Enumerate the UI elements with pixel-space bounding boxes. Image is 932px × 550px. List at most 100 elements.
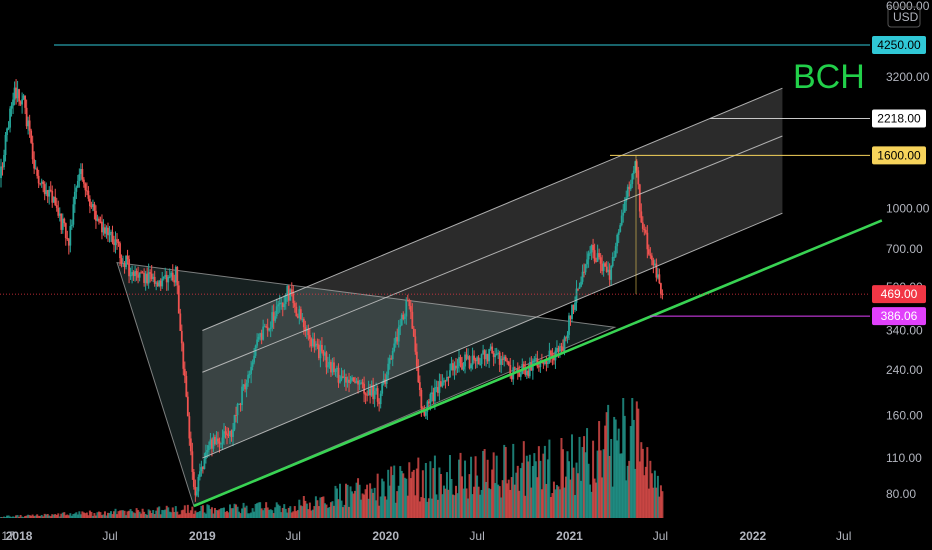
candle	[31, 142, 34, 160]
candle	[251, 362, 254, 367]
candle	[135, 270, 138, 275]
candle	[434, 387, 436, 402]
candle	[406, 300, 409, 302]
candle	[117, 241, 120, 244]
candle	[584, 264, 587, 273]
candle	[592, 244, 594, 251]
candle	[226, 433, 228, 435]
candle	[420, 389, 423, 409]
candle	[149, 272, 152, 274]
candle	[241, 386, 243, 406]
candle	[6, 128, 8, 136]
candle	[197, 476, 200, 492]
candle	[613, 256, 616, 258]
time-tick-label: Jul	[836, 529, 851, 543]
candle	[519, 373, 522, 377]
candle	[268, 328, 271, 331]
candle	[171, 272, 174, 281]
candle	[373, 391, 376, 400]
candle	[177, 285, 180, 314]
candle	[327, 364, 329, 368]
candle	[614, 246, 617, 257]
candle	[236, 403, 239, 416]
candle	[69, 226, 72, 246]
candle	[98, 218, 100, 222]
candle	[363, 383, 365, 394]
candle	[631, 173, 634, 185]
price-tag-label: 1600.00	[877, 148, 921, 162]
candle	[224, 431, 227, 434]
candle	[37, 175, 40, 184]
price-tick-label: 1000.00	[886, 202, 930, 216]
candle	[183, 368, 186, 377]
candle	[76, 180, 79, 188]
candle	[28, 120, 31, 131]
candle	[206, 450, 209, 453]
candle	[604, 263, 607, 267]
candle	[412, 328, 415, 337]
candle	[49, 189, 52, 191]
candle	[3, 155, 5, 167]
currency-label: USD	[893, 10, 919, 24]
candle	[513, 367, 516, 369]
price-tag-label: 4250.00	[877, 38, 921, 52]
candle	[221, 437, 224, 444]
time-tick-label: Jul	[102, 529, 117, 543]
bch-chart[interactable]: 6000.003200.001000.00700.00500.00340.002…	[0, 0, 932, 550]
candle	[640, 211, 643, 223]
candle	[629, 184, 632, 190]
candle	[217, 438, 219, 442]
candle	[358, 383, 361, 385]
candle	[269, 327, 272, 329]
candle	[116, 239, 118, 242]
candle	[623, 201, 626, 213]
price-tag-label: 386.06	[881, 309, 918, 323]
candle	[308, 335, 311, 339]
candle	[641, 222, 644, 229]
candle	[408, 301, 411, 307]
candle	[509, 365, 512, 375]
candle	[580, 281, 582, 287]
time-tick-label: Jul	[286, 529, 301, 543]
candle	[546, 362, 549, 365]
price-tick-label: 240.00	[886, 363, 923, 377]
candle	[192, 471, 195, 487]
candle	[403, 316, 406, 320]
candle	[563, 337, 566, 351]
candle	[262, 326, 265, 340]
candle	[233, 415, 236, 430]
price-tick-label: 80.00	[886, 487, 916, 501]
candle	[599, 257, 602, 264]
time-axis[interactable]: 172018 Jul 2019 Jul 2020 Jul 2021 Jul 2022 Jul	[1, 529, 851, 543]
candle	[418, 382, 421, 390]
candle	[161, 278, 164, 287]
price-tick-label: 340.00	[886, 324, 923, 338]
candle	[397, 326, 400, 342]
price-axis[interactable]: 6000.003200.001000.00700.00500.00340.002…	[886, 0, 930, 501]
candle	[405, 300, 408, 317]
candle	[302, 318, 305, 328]
candle	[620, 215, 623, 226]
candle	[36, 168, 39, 176]
candle	[379, 393, 382, 405]
candle	[293, 303, 296, 307]
candle	[393, 343, 396, 351]
candle	[376, 388, 379, 402]
candle	[186, 396, 189, 417]
candle	[477, 357, 480, 365]
candle	[265, 326, 268, 328]
candle	[182, 343, 185, 369]
candle	[449, 370, 451, 378]
candle	[295, 306, 298, 317]
time-tick-label: Jul	[653, 529, 668, 543]
candle	[622, 212, 625, 216]
candle	[470, 364, 472, 369]
candle	[649, 254, 652, 256]
candle	[658, 274, 661, 284]
candle	[218, 441, 221, 444]
candle	[54, 196, 57, 206]
candle	[33, 159, 36, 169]
candle	[208, 445, 210, 451]
candle	[108, 232, 111, 236]
candle	[188, 416, 191, 439]
